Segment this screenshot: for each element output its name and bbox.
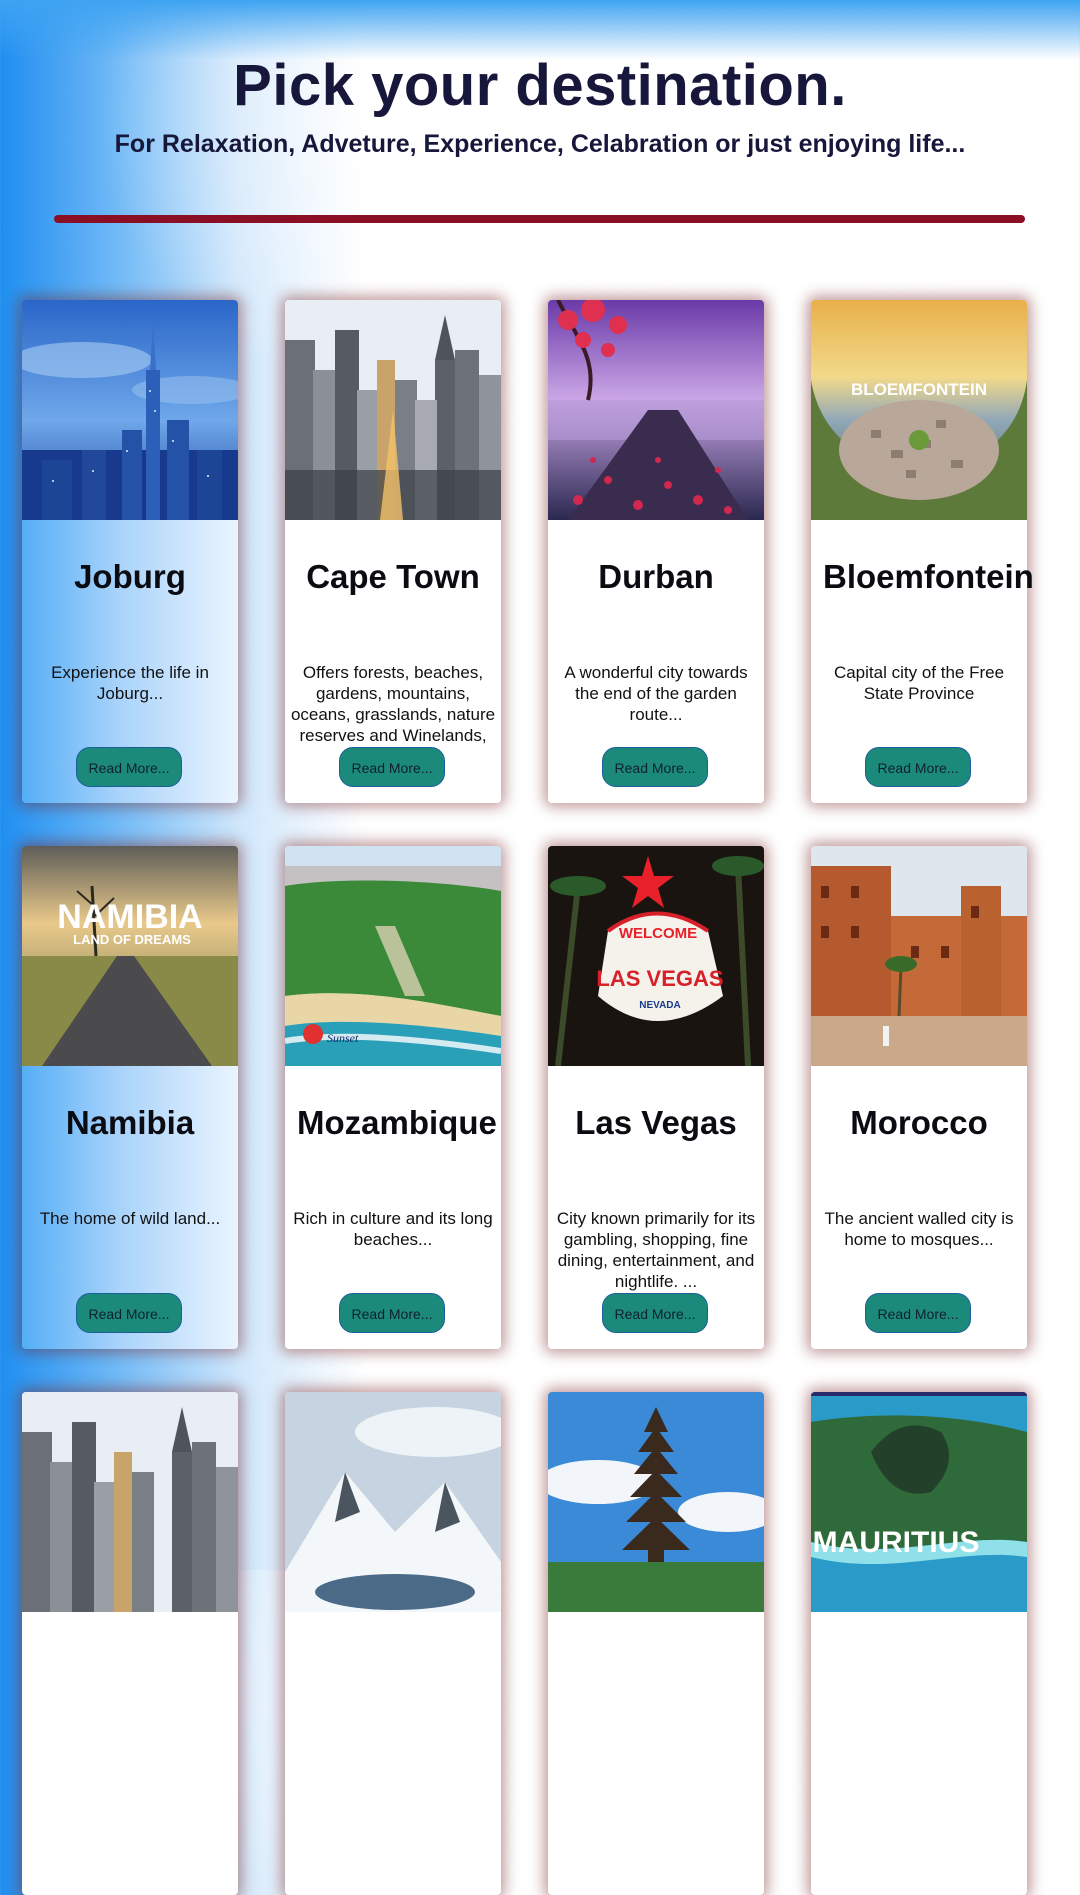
card-title: Mozambique: [297, 1104, 497, 1141]
card-description: City known primarily for its gambling, s…: [556, 1209, 756, 1291]
island-aerial-photo: MAURITIUS: [811, 1392, 1027, 1612]
card-description: A wonderful city towards the end of the …: [564, 663, 748, 724]
card-image: [548, 300, 764, 520]
card-image: NAMIBIA LAND OF DREAMS: [22, 846, 238, 1066]
card-image: [548, 1392, 764, 1612]
page-title: Pick your destination.: [233, 53, 847, 118]
destination-card: [285, 1392, 501, 1895]
card-image: Sunset: [285, 846, 501, 1066]
temple-photo: [548, 1392, 764, 1612]
savanna-road-photo: NAMIBIA LAND OF DREAMS: [22, 846, 238, 1066]
read-more-button[interactable]: Read More...: [339, 1293, 445, 1333]
destination-card: [22, 1392, 238, 1895]
read-more-button[interactable]: Read More...: [865, 1293, 971, 1333]
card-title: Bloemfontein: [823, 558, 1034, 595]
image-overlay-text: NAMIBIA: [57, 898, 202, 936]
read-more-button[interactable]: Read More...: [339, 747, 445, 787]
destination-card: MAURITIUS: [811, 1392, 1027, 1895]
snowy-mountain-photo: [285, 1392, 501, 1612]
coastline-photo: Sunset: [285, 846, 501, 1066]
card-description: Rich in culture and its long beaches...: [293, 1209, 493, 1249]
read-more-button[interactable]: Read More...: [602, 1293, 708, 1333]
read-more-button[interactable]: Read More...: [602, 747, 708, 787]
destination-card-las-vegas: WELCOME LAS VEGAS NEVADA Las Vegas City …: [548, 846, 764, 1349]
card-description: The ancient walled city is home to mosqu…: [824, 1209, 1014, 1249]
card-image: [811, 846, 1027, 1066]
card-title: Namibia: [65, 1104, 195, 1141]
image-overlay-text: WELCOME: [619, 925, 697, 942]
card-title: Cape Town: [306, 558, 480, 595]
card-image: WELCOME LAS VEGAS NEVADA: [548, 846, 764, 1066]
city-skyscrapers-photo: [285, 300, 501, 520]
read-more-button[interactable]: Read More...: [76, 747, 182, 787]
card-image: [285, 300, 501, 520]
page-subtitle: For Relaxation, Adveture, Experience, Ce…: [114, 130, 966, 158]
card-description: Capital city of the Free State Province: [833, 663, 1005, 703]
card-description: The home of wild land...: [39, 1209, 221, 1228]
card-description: Experience the life in Joburg...: [51, 663, 209, 703]
card-description: Offers forests, beaches, gardens, mounta…: [290, 663, 496, 745]
image-overlay-text: BLOEMFONTEIN: [851, 380, 987, 399]
read-more-button[interactable]: Read More...: [865, 747, 971, 787]
destination-card-joburg: Joburg Experience the life in Joburg... …: [22, 300, 238, 803]
image-overlay-text: MAURITIUS: [813, 1526, 980, 1559]
card-title: Las Vegas: [575, 1104, 737, 1141]
card-image: [22, 300, 238, 520]
image-overlay-subtext: LAND OF DREAMS: [73, 932, 191, 947]
card-image: BLOEMFONTEIN: [811, 300, 1027, 520]
card-image: MAURITIUS: [811, 1392, 1027, 1612]
destination-card-durban: Durban A wonderful city towards the end …: [548, 300, 764, 803]
welcome-sign-photo: WELCOME LAS VEGAS NEVADA: [548, 846, 764, 1066]
card-title: Joburg: [74, 558, 186, 595]
kasbah-photo: [811, 846, 1027, 1066]
card-image: [285, 1392, 501, 1612]
image-overlay-small: NEVADA: [639, 1000, 680, 1011]
card-title: Morocco: [850, 1104, 988, 1141]
destination-card-morocco: Morocco The ancient walled city is home …: [811, 846, 1027, 1349]
lake-blossom-photo: [548, 300, 764, 520]
destination-card-mozambique: Sunset Mozambique Rich in culture and it…: [285, 846, 501, 1349]
destination-card: [548, 1392, 764, 1895]
card-image: [22, 1392, 238, 1612]
image-overlay-text: Sunset: [327, 1031, 359, 1045]
header-divider: [54, 215, 1025, 223]
destination-card-cape-town: Cape Town Offers forests, beaches, garde…: [285, 300, 501, 803]
destination-card-namibia: NAMIBIA LAND OF DREAMS Namibia The home …: [22, 846, 238, 1349]
night-skyline-photo: [22, 300, 238, 520]
city-aerial-photo: BLOEMFONTEIN: [811, 300, 1027, 520]
city-skyscrapers-photo: [22, 1392, 238, 1612]
destination-card-bloemfontein: BLOEMFONTEIN Bloemfontein Capital city o…: [811, 300, 1034, 803]
image-overlay-subtext: LAS VEGAS: [596, 966, 723, 991]
card-title: Durban: [598, 558, 714, 595]
read-more-button[interactable]: Read More...: [76, 1293, 182, 1333]
